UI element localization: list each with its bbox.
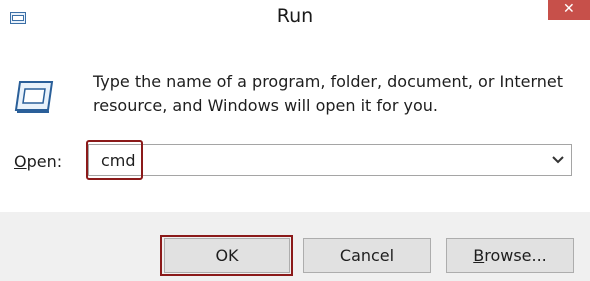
close-button[interactable]: ✕ <box>548 0 590 20</box>
window-title: Run <box>276 5 314 27</box>
browse-label: rowse... <box>484 246 547 265</box>
open-combobox[interactable]: cmd <box>88 144 572 176</box>
title-bar: Run ✕ <box>0 0 590 38</box>
close-icon: ✕ <box>563 1 575 17</box>
cancel-button[interactable]: Cancel <box>303 238 431 273</box>
open-label-text: pen: <box>26 152 63 171</box>
run-dialog-icon <box>14 81 54 113</box>
dialog-description: Type the name of a program, folder, docu… <box>93 72 564 115</box>
cmd-highlight-box <box>86 140 143 180</box>
browse-button[interactable]: Browse... <box>446 238 574 273</box>
ok-highlight-box <box>160 235 293 276</box>
browse-accelerator: B <box>473 246 485 265</box>
open-label: Open: <box>14 152 62 171</box>
dialog-body <box>0 38 590 212</box>
chevron-down-icon[interactable] <box>551 154 565 166</box>
open-label-accelerator: O <box>14 152 27 171</box>
